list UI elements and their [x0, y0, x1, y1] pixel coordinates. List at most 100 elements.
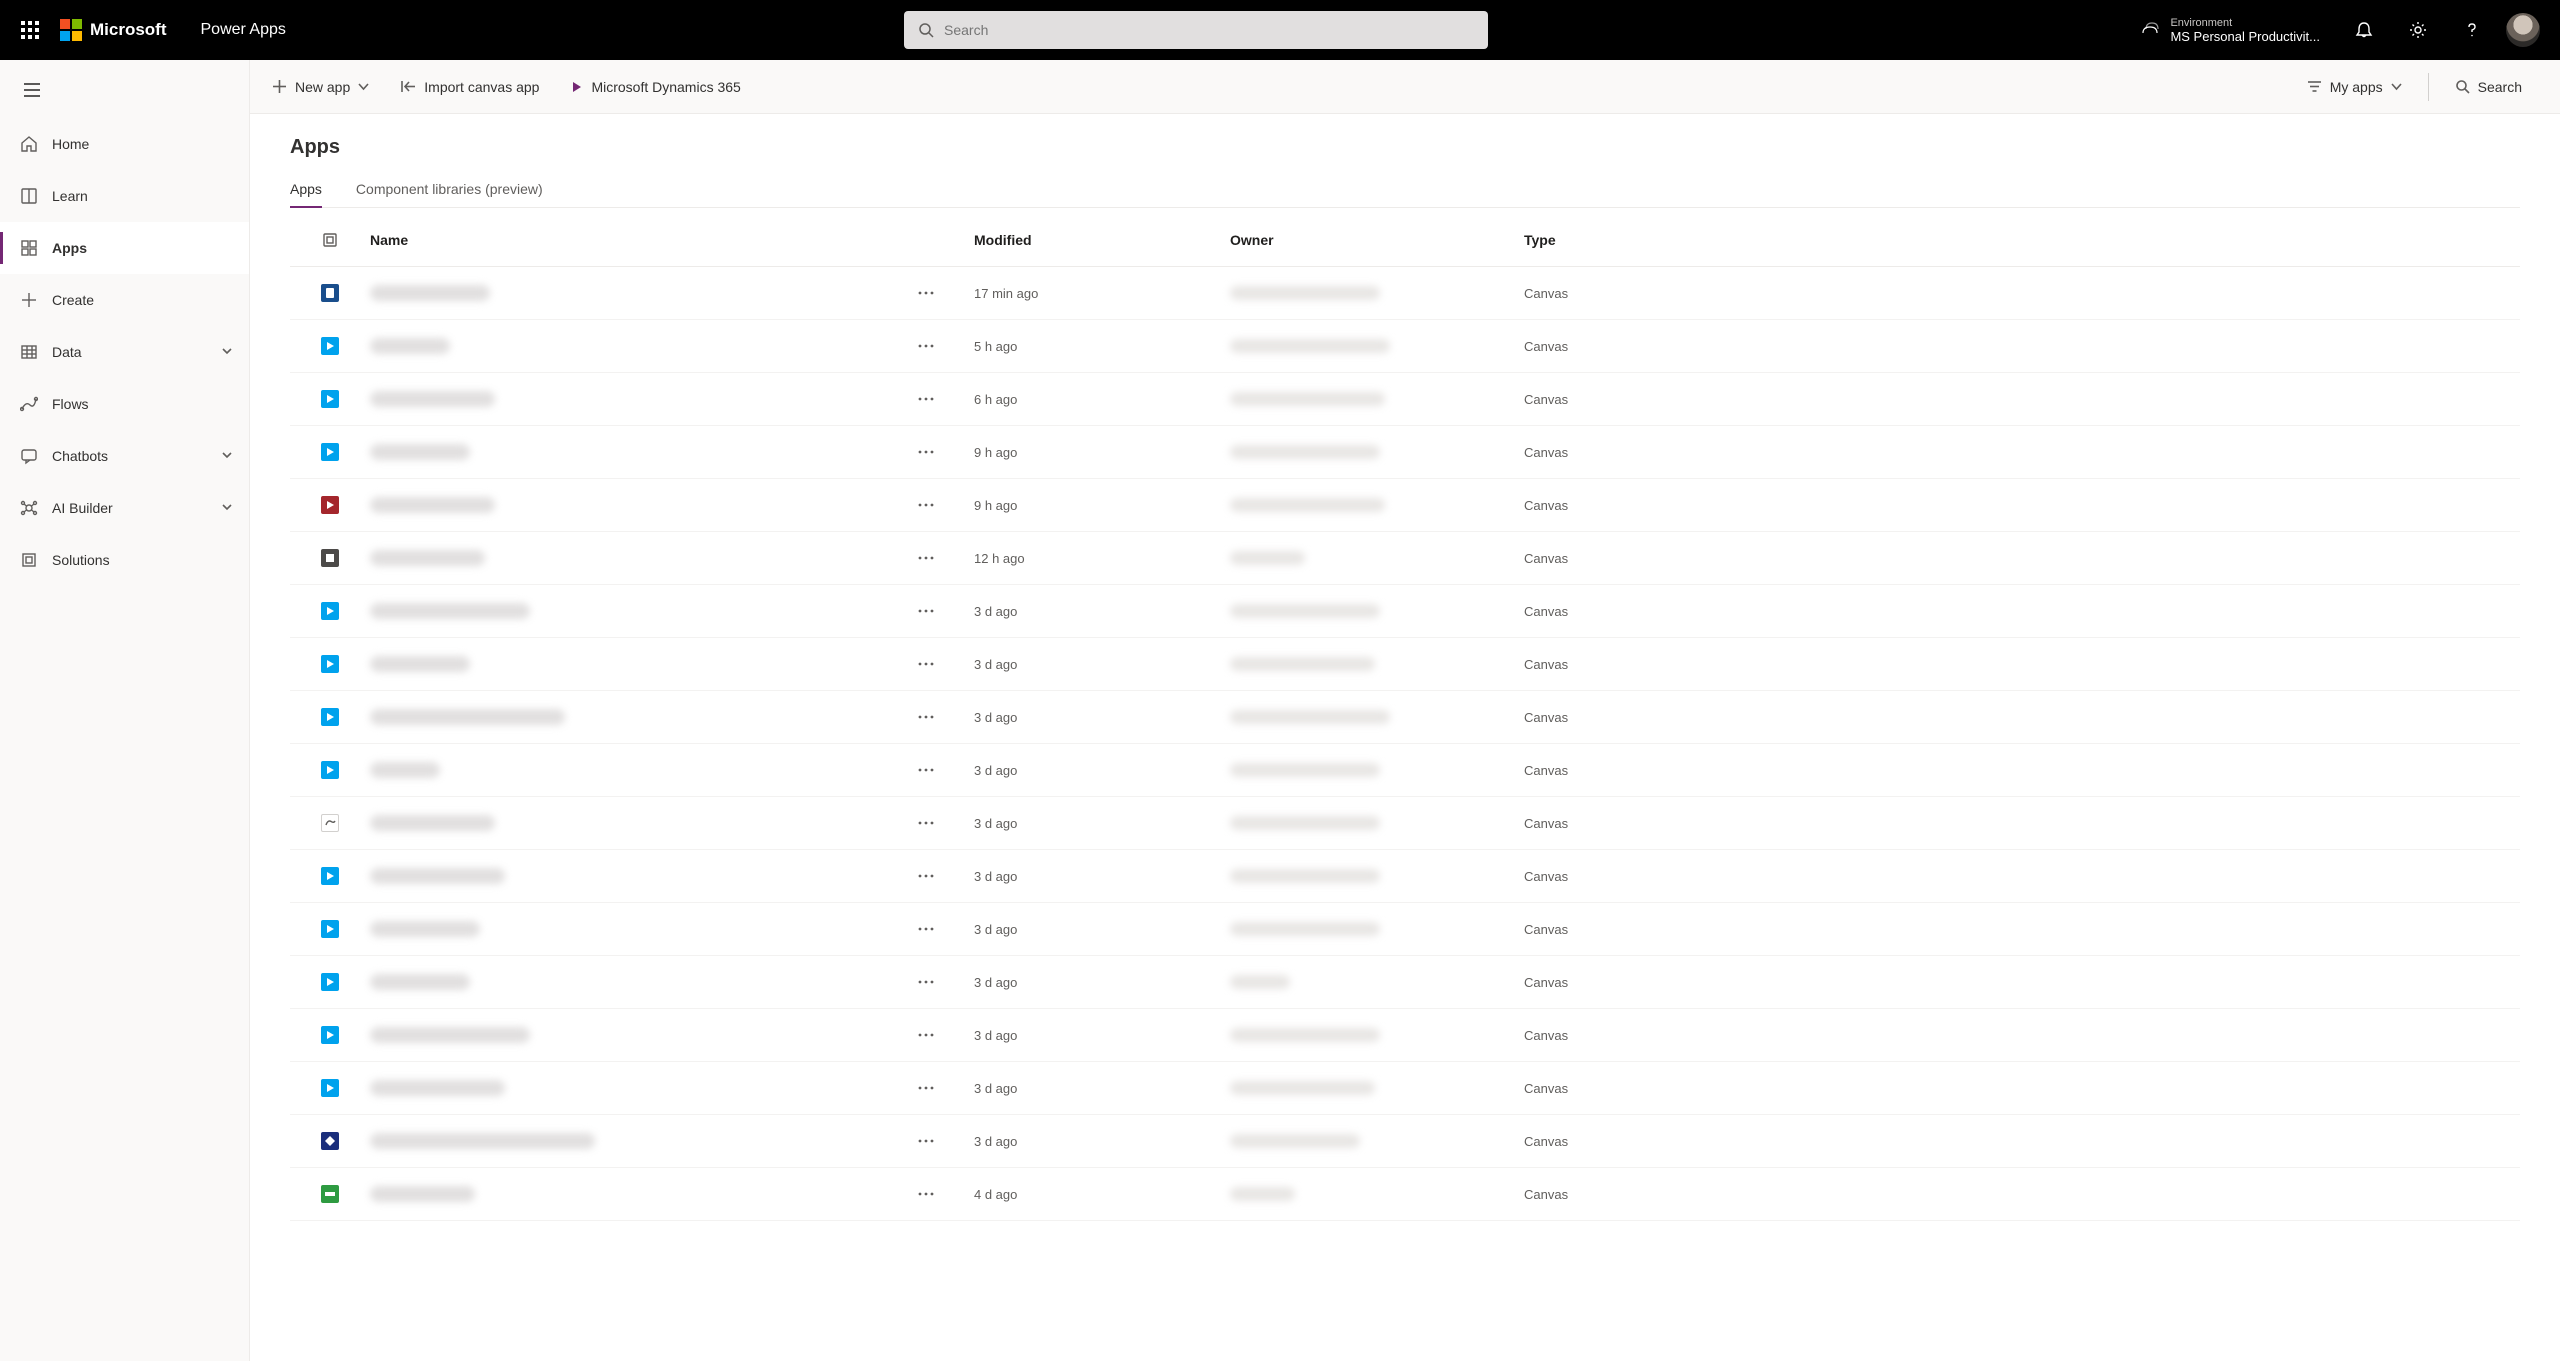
row-more-button[interactable]: [910, 542, 942, 574]
table-row[interactable]: 4 d agoCanvas: [290, 1168, 2520, 1221]
row-name[interactable]: [370, 1186, 910, 1202]
row-name[interactable]: [370, 1133, 910, 1149]
table-row[interactable]: 3 d agoCanvas: [290, 744, 2520, 797]
sidebar-item-data[interactable]: Data: [0, 326, 249, 378]
tab-component-libraries[interactable]: Component libraries (preview): [356, 181, 543, 207]
row-name[interactable]: [370, 815, 910, 831]
table-row[interactable]: 3 d agoCanvas: [290, 1009, 2520, 1062]
row-name[interactable]: [370, 497, 910, 513]
expand-toggle[interactable]: [221, 500, 233, 516]
table-row[interactable]: 9 h agoCanvas: [290, 426, 2520, 479]
tab-apps[interactable]: Apps: [290, 181, 322, 207]
sidebar-item-aibuilder[interactable]: AI Builder: [0, 482, 249, 534]
row-name[interactable]: [370, 921, 910, 937]
row-type: Canvas: [1524, 975, 1784, 990]
row-name[interactable]: [370, 603, 910, 619]
sidebar-item-solutions[interactable]: Solutions: [0, 534, 249, 586]
table-row[interactable]: 17 min agoCanvas: [290, 267, 2520, 320]
table-row[interactable]: 3 d agoCanvas: [290, 585, 2520, 638]
row-modified: 3 d ago: [974, 869, 1230, 884]
table-row[interactable]: 3 d agoCanvas: [290, 956, 2520, 1009]
table-row[interactable]: 5 h agoCanvas: [290, 320, 2520, 373]
row-name[interactable]: [370, 709, 910, 725]
dynamics-365-button[interactable]: Microsoft Dynamics 365: [557, 67, 754, 107]
sidebar-item-learn[interactable]: Learn: [0, 170, 249, 222]
app-icon: [321, 814, 339, 832]
col-name[interactable]: Name: [370, 232, 910, 248]
row-more-button[interactable]: [910, 648, 942, 680]
row-more-button[interactable]: [910, 1072, 942, 1104]
row-name[interactable]: [370, 444, 910, 460]
new-app-button[interactable]: New app: [258, 67, 383, 107]
row-name[interactable]: [370, 550, 910, 566]
help-button[interactable]: [2446, 0, 2498, 60]
nav-collapse-button[interactable]: [10, 70, 54, 110]
table-row[interactable]: 3 d agoCanvas: [290, 850, 2520, 903]
redacted-name: [370, 444, 470, 460]
table-row[interactable]: 3 d agoCanvas: [290, 903, 2520, 956]
row-name[interactable]: [370, 285, 910, 301]
row-more-button[interactable]: [910, 383, 942, 415]
col-type[interactable]: Type: [1524, 232, 1784, 248]
row-more-button[interactable]: [910, 436, 942, 468]
row-more-button[interactable]: [910, 754, 942, 786]
row-name[interactable]: [370, 391, 910, 407]
sidebar-item-chatbots[interactable]: Chatbots: [0, 430, 249, 482]
row-name[interactable]: [370, 338, 910, 354]
row-more-button[interactable]: [910, 807, 942, 839]
list-search-button[interactable]: Search: [2441, 67, 2536, 107]
user-avatar[interactable]: [2506, 13, 2540, 47]
table-row[interactable]: 3 d agoCanvas: [290, 797, 2520, 850]
row-more-button[interactable]: [910, 913, 942, 945]
row-name[interactable]: [370, 974, 910, 990]
row-name[interactable]: [370, 762, 910, 778]
sidebar-item-home[interactable]: Home: [0, 118, 249, 170]
sidebar-item-flows[interactable]: Flows: [0, 378, 249, 430]
row-more-button[interactable]: [910, 489, 942, 521]
expand-toggle[interactable]: [221, 344, 233, 360]
expand-toggle[interactable]: [221, 448, 233, 464]
sidebar-item-apps[interactable]: Apps: [0, 222, 249, 274]
settings-button[interactable]: [2392, 0, 2444, 60]
table-row[interactable]: 3 d agoCanvas: [290, 1062, 2520, 1115]
more-icon: [918, 1033, 934, 1037]
select-all-column[interactable]: [290, 232, 370, 248]
row-more-button[interactable]: [910, 1125, 942, 1157]
row-more-button[interactable]: [910, 966, 942, 998]
my-apps-filter[interactable]: My apps: [2293, 67, 2416, 107]
sidebar-item-create[interactable]: Create: [0, 274, 249, 326]
global-search[interactable]: [904, 11, 1488, 49]
redacted-owner: [1230, 445, 1380, 459]
row-more-button[interactable]: [910, 595, 942, 627]
row-more-button[interactable]: [910, 1019, 942, 1051]
table-row[interactable]: 9 h agoCanvas: [290, 479, 2520, 532]
app-launcher-button[interactable]: [0, 0, 60, 60]
dropdown-toggle[interactable]: [2391, 79, 2402, 95]
col-modified[interactable]: Modified: [974, 232, 1230, 248]
row-more-button[interactable]: [910, 860, 942, 892]
row-more-button[interactable]: [910, 701, 942, 733]
table-row[interactable]: 12 h agoCanvas: [290, 532, 2520, 585]
row-name[interactable]: [370, 1080, 910, 1096]
chevron-down-icon: [221, 501, 233, 513]
row-name[interactable]: [370, 868, 910, 884]
row-more-button[interactable]: [910, 1178, 942, 1210]
environment-picker[interactable]: Environment MS Personal Productivit...: [2124, 17, 2336, 44]
notifications-button[interactable]: [2338, 0, 2390, 60]
row-more-button[interactable]: [910, 277, 942, 309]
table-row[interactable]: 3 d agoCanvas: [290, 1115, 2520, 1168]
redacted-name: [370, 391, 495, 407]
col-owner[interactable]: Owner: [1230, 232, 1524, 248]
table-row[interactable]: 3 d agoCanvas: [290, 638, 2520, 691]
table-row[interactable]: 3 d agoCanvas: [290, 691, 2520, 744]
row-more-button[interactable]: [910, 330, 942, 362]
dropdown-toggle[interactable]: [358, 79, 369, 95]
redacted-owner: [1230, 869, 1380, 883]
row-name[interactable]: [370, 1027, 910, 1043]
chatbots-icon: [20, 447, 38, 465]
global-search-input[interactable]: [944, 22, 1474, 38]
table-row[interactable]: 6 h agoCanvas: [290, 373, 2520, 426]
import-canvas-button[interactable]: Import canvas app: [387, 67, 553, 107]
row-name[interactable]: [370, 656, 910, 672]
microsoft-logo[interactable]: Microsoft: [60, 19, 167, 41]
